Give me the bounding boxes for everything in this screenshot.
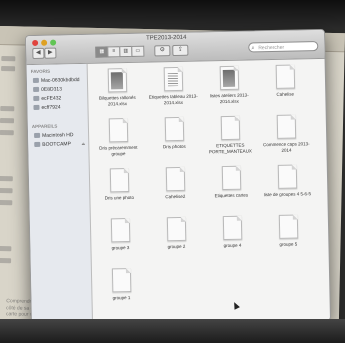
file-item[interactable]: groupe 1: [95, 268, 148, 302]
file-item[interactable]: Commence caps 2013-2014: [260, 114, 313, 153]
document-icon: [220, 115, 240, 141]
file-name: Dris une photo: [104, 194, 135, 201]
sidebar: Favoris Mac-0630kbdbdd 0E8D313 ecFE432 e…: [26, 63, 94, 327]
photo-dark-edge-bottom: [0, 319, 345, 343]
background-text-line: [1, 56, 16, 62]
document-icon: [108, 118, 128, 143]
view-mode-segmented-control[interactable]: ▦ ≡ ▥ ▭: [95, 45, 145, 58]
document-icon: [222, 215, 242, 241]
hard-drive-icon: [34, 132, 41, 139]
document-preview: [110, 72, 123, 90]
sidebar-item-label: Mac-0630kbdbdd: [40, 76, 80, 84]
photo-dark-edge-top: [0, 0, 345, 28]
file-item[interactable]: groupe 4: [206, 215, 259, 249]
background-text-line: [1, 66, 16, 72]
zoom-window-button[interactable]: [50, 39, 57, 46]
title-bar[interactable]: TPE2013-2014 ◀ ▶ ▦ ≡ ▥ ▭ ⚙ ⇪ ⌕ Recherche…: [25, 29, 325, 66]
search-field[interactable]: ⌕ Rechercher: [248, 41, 319, 53]
background-text-line: [0, 130, 14, 136]
file-item[interactable]: liste de groupes 4 5-6-5: [261, 164, 314, 198]
file-item[interactable]: ETIQUETTES PORTE_MANTEAUX: [204, 115, 257, 154]
close-window-button[interactable]: [32, 39, 39, 47]
file-item[interactable]: groupe 3: [94, 218, 147, 252]
document-preview: [167, 72, 178, 87]
eject-icon[interactable]: ⏏: [81, 141, 85, 146]
document-icon: [278, 214, 298, 239]
document-preview: [222, 69, 235, 88]
file-item[interactable]: listes ateliers 2013-2014.xlsx: [203, 65, 256, 104]
file-item[interactable]: Bilquettes rallonés 2014.xlsx: [91, 68, 144, 107]
computer-icon: [32, 77, 39, 84]
forward-button[interactable]: ▶: [44, 47, 57, 59]
drive-icon: [33, 95, 40, 102]
file-name: Dris photos: [162, 143, 186, 150]
file-name: groupe 1: [112, 295, 131, 301]
sidebar-item-label: ecff7924: [41, 103, 61, 111]
file-name: Bilquettes rallonés 2014.xlsx: [98, 94, 136, 106]
drive-icon: [34, 141, 41, 148]
drive-icon: [33, 86, 40, 93]
background-text-line: [0, 188, 13, 194]
file-name: liste de groupes 4 5-6-5: [263, 191, 312, 198]
document-icon: [110, 218, 130, 243]
action-gear-button[interactable]: ⚙: [154, 45, 171, 57]
background-text-line: [0, 257, 12, 264]
file-item[interactable]: Dris photos: [148, 116, 201, 151]
document-icon: [276, 114, 296, 139]
file-item[interactable]: Etiquettes cartes: [205, 165, 258, 199]
file-item[interactable]: Cahelise2: [149, 166, 202, 201]
file-name: Dris précaremment groupe: [99, 144, 138, 156]
back-button[interactable]: ◀: [32, 47, 45, 60]
window-title: TPE2013-2014: [146, 34, 187, 42]
document-icon: [163, 66, 183, 92]
file-name: Etiquettes cartes: [214, 192, 249, 199]
file-icon-grid: Bilquettes rallonés 2014.xlsx Etiquettes …: [91, 64, 328, 319]
search-icon: ⌕: [251, 45, 255, 52]
file-name: ETIQUETTES PORTE_MANTEAUX: [208, 142, 252, 154]
file-item[interactable]: Dris une photo: [93, 168, 146, 202]
file-item[interactable]: Dris précaremment groupe: [92, 118, 145, 157]
document-icon: [107, 68, 127, 93]
document-icon: [111, 268, 131, 293]
document-icon: [275, 64, 295, 89]
document-icon: [166, 216, 186, 242]
background-text-line: [0, 200, 13, 206]
background-text-line: [0, 176, 13, 182]
share-button[interactable]: ⇪: [172, 44, 189, 57]
sidebar-item-label: 0E8D313: [41, 85, 63, 93]
sidebar-item-label: BOOTCAMP: [42, 140, 71, 148]
file-item[interactable]: Etiquettes tableau 2013-2014.xlsx: [147, 66, 200, 106]
background-text-line: [0, 245, 12, 252]
minimize-window-button[interactable]: [41, 39, 48, 46]
document-icon: [277, 164, 297, 189]
file-name: Cahelise: [276, 91, 295, 97]
search-placeholder: Rechercher: [258, 44, 285, 52]
drive-icon: [33, 104, 40, 111]
file-item[interactable]: Cahelise: [259, 64, 312, 98]
file-name: groupe 4: [223, 242, 242, 249]
document-icon: [165, 166, 185, 192]
sidebar-item-drive[interactable]: ecff7924: [27, 102, 87, 112]
cover-flow-button[interactable]: ▭: [131, 45, 145, 57]
file-name: groupe 5: [279, 241, 298, 247]
finder-window[interactable]: TPE2013-2014 ◀ ▶ ▦ ≡ ▥ ▭ ⚙ ⇪ ⌕ Recherche…: [24, 28, 332, 328]
document-icon: [221, 165, 241, 191]
document-icon: [219, 65, 239, 91]
file-item[interactable]: groupe 5: [262, 214, 315, 248]
background-text-line: [0, 118, 15, 124]
sidebar-item-label: ecFE432: [41, 94, 62, 102]
file-name: groupe 2: [167, 243, 186, 250]
sidebar-item-bootcamp[interactable]: BOOTCAMP ⏏: [28, 139, 88, 149]
document-icon: [109, 168, 129, 193]
file-name: Cahelise2: [165, 193, 186, 200]
file-item[interactable]: groupe 2: [150, 216, 203, 251]
file-name: Commence caps 2013-2014: [263, 141, 310, 153]
file-name: groupe 3: [111, 245, 130, 251]
sidebar-item-label: Macintosh HD: [42, 131, 74, 139]
background-text-line: [0, 106, 15, 112]
document-icon: [164, 116, 184, 142]
file-name: Etiquettes tableau 2013-2014.xlsx: [148, 93, 198, 105]
file-name: listes ateliers 2013-2014.xlsx: [209, 92, 249, 104]
